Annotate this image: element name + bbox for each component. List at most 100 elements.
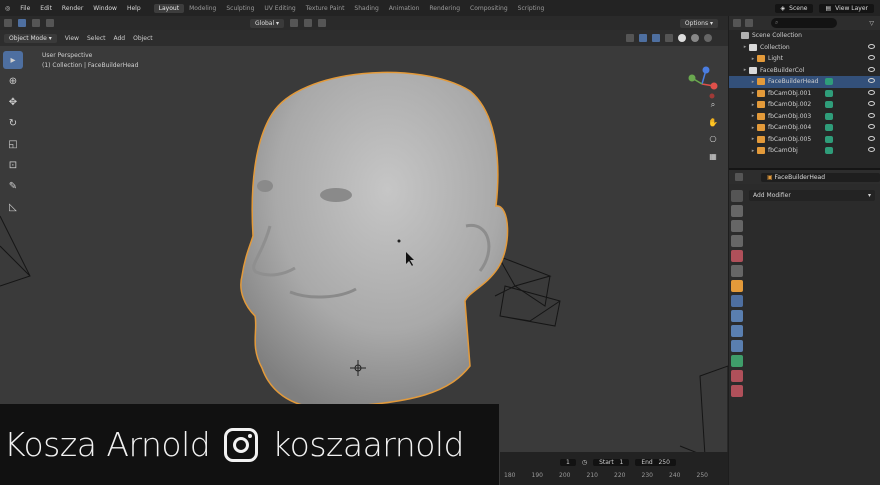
proportional-edit-icon[interactable] [318, 19, 327, 27]
select-box-icon[interactable]: ▸ [3, 51, 23, 69]
start-frame-field[interactable]: Start 1 [593, 458, 630, 466]
xray-icon[interactable] [665, 34, 673, 42]
object-data-icon[interactable] [825, 135, 833, 143]
particles-tab-icon[interactable] [731, 310, 743, 322]
tab-shading[interactable]: Shading [349, 4, 383, 13]
pan-icon[interactable]: ✋ [706, 115, 720, 129]
eye-icon[interactable] [868, 135, 875, 141]
expand-arrow-icon[interactable]: ▸ [749, 148, 757, 154]
visibility-icon[interactable] [626, 34, 634, 42]
scene-selector[interactable]: ◈ Scene [774, 3, 814, 13]
expand-arrow-icon[interactable]: ▸ [749, 125, 757, 131]
viewport-menu-view[interactable]: View [65, 35, 79, 42]
properties-editor-icon[interactable] [735, 173, 743, 181]
transform-icon[interactable]: ⊡ [3, 156, 23, 174]
world-tab-icon[interactable] [731, 265, 743, 277]
annotate-icon[interactable]: ✎ [3, 177, 23, 195]
object-tab-icon[interactable] [731, 280, 743, 292]
tab-modeling[interactable]: Modeling [184, 4, 221, 13]
object-data-icon[interactable] [825, 112, 833, 120]
view-layer-selector[interactable]: ▤ View Layer [819, 3, 874, 13]
y-axis-icon[interactable] [688, 74, 696, 82]
object-data-icon[interactable] [825, 78, 833, 85]
tab-layout[interactable]: Layout [153, 3, 185, 13]
outliner-search-input[interactable]: ⌕ [771, 18, 837, 28]
tab-uv-editing[interactable]: UV Editing [259, 4, 300, 13]
x-axis-icon[interactable] [710, 82, 718, 90]
tab-texture-paint[interactable]: Texture Paint [301, 4, 350, 13]
expand-arrow-icon[interactable]: ▸ [741, 67, 749, 73]
menu-help[interactable]: Help [122, 5, 146, 12]
eye-icon[interactable] [868, 43, 875, 49]
pivot-icon[interactable] [290, 19, 299, 27]
material-tab-icon[interactable] [731, 370, 743, 382]
view-layer-tab-icon[interactable] [731, 235, 743, 247]
eye-icon[interactable] [868, 101, 875, 106]
snap-icon[interactable] [304, 19, 313, 27]
mode-extend-icon[interactable] [32, 19, 40, 27]
blender-logo-icon[interactable]: ◎ [0, 5, 15, 12]
object-data-icon[interactable] [825, 101, 833, 108]
timeline-ruler[interactable]: 180 190 200 210 220 230 240 250 [500, 472, 728, 482]
scene-tab-icon[interactable] [731, 250, 743, 262]
solid-shading-icon[interactable] [678, 34, 686, 42]
display-mode-icon[interactable] [745, 19, 753, 27]
move-icon[interactable]: ✥ [3, 93, 23, 111]
expand-arrow-icon[interactable]: ▸ [749, 79, 757, 85]
overlay-icon[interactable] [652, 34, 660, 42]
modifier-tab-icon[interactable] [731, 295, 743, 307]
tab-animation[interactable]: Animation [384, 4, 425, 13]
mode-subtract-icon[interactable] [46, 19, 54, 27]
options-button[interactable]: Options ▾ [679, 18, 718, 28]
tab-compositing[interactable]: Compositing [465, 4, 513, 13]
expand-arrow-icon[interactable]: ▸ [749, 56, 757, 62]
constraints-tab-icon[interactable] [731, 340, 743, 352]
eye-icon[interactable] [868, 112, 875, 118]
render-tab-icon[interactable] [731, 205, 743, 217]
outliner-row[interactable]: ▸ FaceBuilderHead [729, 76, 880, 88]
menu-edit[interactable]: Edit [35, 5, 57, 12]
outliner-row[interactable]: ▸ fbCamObj.004 [729, 122, 880, 134]
z-axis-icon[interactable] [702, 66, 710, 74]
outliner-row[interactable]: ▸ fbCamObj [729, 145, 880, 157]
outliner-row[interactable]: Scene Collection [729, 30, 880, 42]
outliner-row[interactable]: ▸ fbCamObj.001 [729, 88, 880, 100]
rendered-shading-icon[interactable] [704, 34, 712, 42]
object-data-icon[interactable] [825, 89, 833, 97]
add-modifier-dropdown[interactable]: Add Modifier ▾ [749, 190, 875, 201]
data-tab-icon[interactable] [731, 355, 743, 367]
texture-tab-icon[interactable] [731, 385, 743, 397]
measure-icon[interactable]: ◺ [3, 198, 23, 216]
eye-icon[interactable] [868, 78, 875, 83]
eye-icon[interactable] [868, 89, 875, 95]
viewport-menu-object[interactable]: Object [133, 35, 153, 42]
expand-arrow-icon[interactable]: ▸ [749, 102, 757, 108]
viewport-menu-add[interactable]: Add [113, 35, 125, 42]
scale-icon[interactable]: ◱ [3, 135, 23, 153]
eye-icon[interactable] [868, 55, 875, 60]
editor-type-icon[interactable] [4, 19, 12, 27]
outliner-row[interactable]: ▸ fbCamObj.005 [729, 134, 880, 146]
eye-icon[interactable] [868, 66, 875, 72]
menu-file[interactable]: File [15, 5, 35, 12]
navigation-gizmo[interactable] [684, 66, 720, 102]
outliner-row[interactable]: ▸ fbCamObj.003 [729, 111, 880, 123]
expand-arrow-icon[interactable]: ▸ [749, 113, 757, 119]
expand-arrow-icon[interactable]: ▸ [749, 90, 757, 96]
physics-tab-icon[interactable] [731, 325, 743, 337]
rotate-icon[interactable]: ↻ [3, 114, 23, 132]
outliner-row[interactable]: ▸ Collection [729, 42, 880, 54]
outliner-row[interactable]: ▸ fbCamObj.002 [729, 99, 880, 111]
end-frame-field[interactable]: End 250 [635, 458, 676, 466]
expand-arrow-icon[interactable]: ▸ [741, 44, 749, 50]
eye-icon[interactable] [868, 124, 875, 129]
material-shading-icon[interactable] [691, 34, 699, 42]
expand-arrow-icon[interactable]: ▸ [749, 136, 757, 142]
grid-icon[interactable]: ▦ [706, 149, 720, 163]
outliner-row[interactable]: ▸ FaceBuilderCol [729, 65, 880, 77]
cursor-icon[interactable]: ⊕ [3, 72, 23, 90]
tab-scripting[interactable]: Scripting [513, 4, 550, 13]
current-frame-field[interactable]: 1 [560, 458, 576, 466]
tab-rendering[interactable]: Rendering [424, 4, 465, 13]
transform-orientation-select[interactable]: Global ▾ [250, 18, 285, 28]
